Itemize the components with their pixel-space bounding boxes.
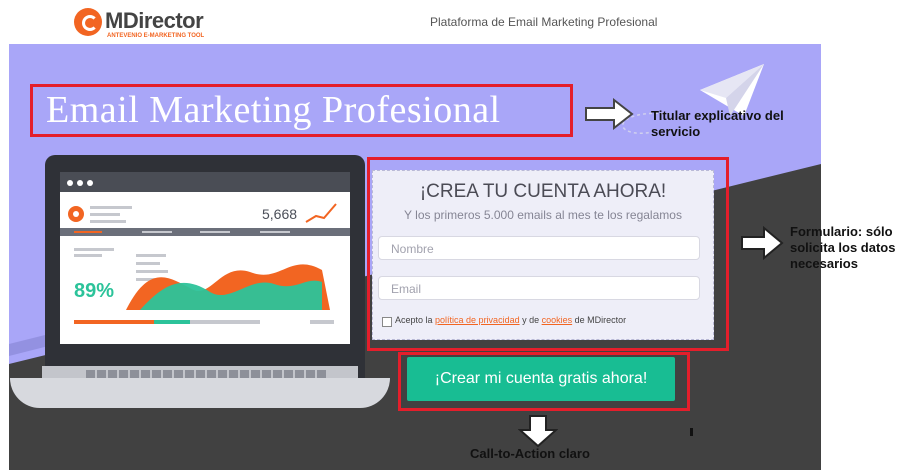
hero-headline: Email Marketing Profesional: [46, 89, 501, 131]
form-annotation-line: Formulario: sólo: [790, 224, 893, 239]
cursor-mark: [690, 428, 693, 436]
headline-annotation-line: Titular explicativo del: [651, 108, 784, 123]
arrow-right-icon: [585, 98, 634, 130]
form-subtitle: Y los primeros 5.000 emails al mes te lo…: [404, 208, 682, 222]
arrow-right-icon: [741, 226, 784, 260]
terms-text: Acepto la: [395, 315, 436, 325]
laptop-base: [10, 378, 390, 408]
cta-annotation: Call-to-Action claro: [470, 446, 590, 461]
name-input[interactable]: Nombre: [378, 236, 700, 260]
form-annotation: Formulario: sólo solicita los datos nece…: [790, 224, 895, 272]
email-input[interactable]: Email: [378, 276, 700, 300]
brand-name: MDirector: [105, 8, 204, 33]
brand-tagline: ANTEVENIO E-MARKETING TOOL: [107, 33, 205, 39]
header-tagline: Plataforma de Email Marketing Profesiona…: [430, 15, 658, 29]
terms-text: y de: [519, 315, 542, 325]
headline-annotation: Titular explicativo del servicio: [651, 108, 784, 140]
terms-checkbox[interactable]: [382, 317, 392, 327]
brand-logo-icon: [74, 8, 102, 36]
terms-text: de MDirector: [572, 315, 627, 325]
brand-logo[interactable]: MDirector ANTEVENIO E-MARKETING TOOL: [74, 8, 224, 40]
form-title: ¡CREA TU CUENTA AHORA!: [419, 181, 667, 202]
cookies-link[interactable]: cookies: [542, 315, 573, 325]
privacy-policy-link[interactable]: política de privacidad: [435, 315, 520, 325]
terms-label: Acepto la política de privacidad y de co…: [395, 315, 626, 325]
dashboard-illustration: [60, 203, 350, 324]
dashboard-metric-value: 5,668: [262, 206, 298, 222]
dashboard-percent: 89%: [74, 280, 115, 302]
create-account-button[interactable]: ¡Crear mi cuenta gratis ahora!: [407, 357, 675, 401]
form-annotation-line: necesarios: [790, 256, 858, 271]
window-dots-icon: [67, 180, 93, 186]
arrow-down-icon: [518, 415, 558, 448]
headline-annotation-line: servicio: [651, 124, 701, 139]
form-annotation-line: solicita los datos: [790, 240, 896, 255]
